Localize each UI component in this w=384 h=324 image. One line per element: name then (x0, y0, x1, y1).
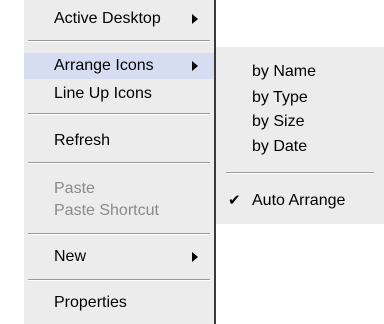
menu-item-new[interactable]: New (24, 244, 214, 270)
menu-separator (28, 233, 210, 235)
menu-separator (28, 113, 210, 115)
menu-item-label: Properties (54, 294, 127, 311)
submenu-item-by-type[interactable]: by Type (216, 85, 384, 111)
menu-item-active-desktop[interactable]: Active Desktop (24, 6, 214, 32)
chevron-right-icon (192, 14, 198, 24)
desktop-context-menu: Active Desktop Arrange Icons Line Up Ico… (24, 0, 216, 324)
chevron-right-icon (192, 61, 198, 71)
arrange-icons-submenu: by Name by Type by Size by Date ✔ Auto A… (216, 46, 384, 224)
submenu-item-by-name[interactable]: by Name (216, 59, 384, 85)
menu-item-label: by Type (252, 89, 308, 106)
chevron-right-icon (192, 252, 198, 262)
menu-item-properties[interactable]: Properties (24, 290, 214, 316)
menu-item-label: by Date (252, 138, 308, 155)
menu-item-label: Arrange Icons (54, 57, 154, 74)
menu-item-line-up-icons[interactable]: Line Up Icons (24, 81, 214, 107)
submenu-item-by-date[interactable]: by Date (216, 134, 384, 160)
menu-item-label: Auto Arrange (252, 192, 346, 209)
menu-item-label: Active Desktop (54, 10, 161, 27)
menu-item-label: Refresh (54, 132, 111, 149)
menu-item-refresh[interactable]: Refresh (24, 128, 214, 154)
menu-separator (226, 172, 374, 174)
menu-item-label: by Name (252, 63, 317, 80)
menu-item-label: New (54, 248, 87, 265)
submenu-item-auto-arrange[interactable]: ✔ Auto Arrange (216, 188, 384, 214)
menu-item-arrange-icons[interactable]: Arrange Icons (24, 53, 214, 79)
submenu-item-by-size[interactable]: by Size (216, 109, 384, 135)
check-icon: ✔ (228, 192, 241, 209)
menu-item-label: Paste Shortcut (54, 202, 159, 219)
menu-item-paste-shortcut[interactable]: Paste Shortcut (24, 198, 214, 224)
menu-separator (28, 40, 210, 42)
menu-item-label: by Size (252, 113, 305, 130)
menu-separator (28, 279, 210, 281)
menu-separator (28, 162, 210, 164)
menu-item-label: Line Up Icons (54, 85, 152, 102)
